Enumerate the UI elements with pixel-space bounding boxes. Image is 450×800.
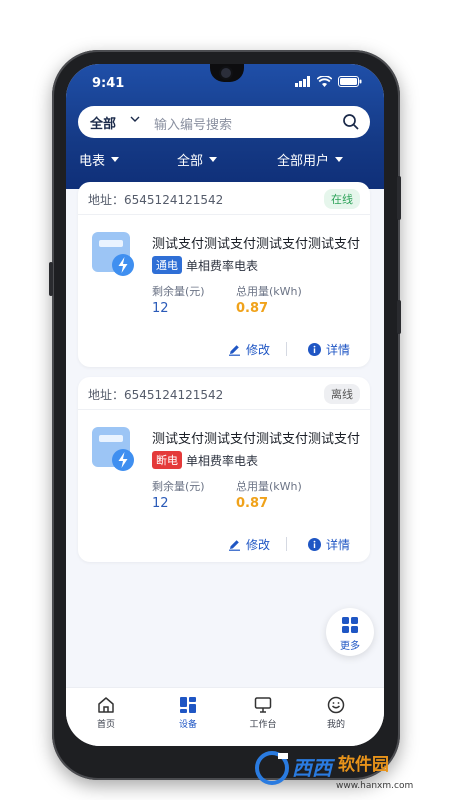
signal-icon: [295, 76, 310, 87]
search-scope[interactable]: 全部: [90, 113, 116, 132]
battery-icon: [338, 76, 362, 87]
address-text: 地址：6545124121542: [88, 191, 223, 208]
filter-status[interactable]: 全部: [177, 150, 218, 169]
address-text: 地址：6545124121542: [88, 386, 223, 403]
watermark-logo: 西西 软件园 www.hanxm.com: [255, 751, 413, 791]
detail-button[interactable]: 详情: [308, 536, 350, 553]
filter-users[interactable]: 全部用户: [277, 150, 344, 169]
info-icon: [308, 343, 321, 356]
tab-profile[interactable]: 我的: [306, 696, 366, 730]
tab-label: 首页: [96, 720, 115, 730]
caret-down-icon: [335, 157, 344, 162]
more-label: 更多: [340, 641, 360, 652]
status-time: 9:41: [92, 76, 125, 91]
grid-icon: [342, 617, 358, 633]
edit-label: 修改: [246, 538, 271, 552]
search-input[interactable]: 输入编号搜索: [154, 114, 232, 133]
tab-devices[interactable]: 设备: [158, 696, 218, 730]
remaining-value: 12: [152, 496, 169, 511]
device-grid-icon: [180, 697, 196, 713]
tab-label: 我的: [326, 720, 345, 730]
tab-workbench[interactable]: 工作台: [233, 696, 293, 730]
detail-label: 详情: [326, 343, 351, 357]
svg-text:西西: 西西: [292, 756, 336, 780]
tab-label: 设备: [178, 720, 197, 730]
tab-home[interactable]: 首页: [76, 696, 136, 730]
action-separator: [286, 537, 287, 551]
power-on-tag: 通电: [152, 256, 182, 274]
status-badge: 在线: [324, 189, 360, 209]
address-label: 地址：: [88, 388, 125, 402]
remaining-value: 12: [152, 301, 169, 316]
usage-value: 0.87: [236, 496, 269, 511]
caret-down-icon: [111, 157, 120, 162]
filter-device-type[interactable]: 电表: [79, 150, 120, 169]
status-badge: 离线: [324, 384, 360, 404]
caret-down-icon: [209, 157, 218, 162]
meter-type: 单相费率电表: [186, 259, 259, 273]
usage-value: 0.87: [236, 301, 269, 316]
detail-label: 详情: [326, 538, 351, 552]
status-icons: [295, 76, 362, 87]
device-card[interactable]: 地址：6545124121542 在线 测试支付测试支付测试支付测试支付 通电 …: [78, 182, 370, 367]
side-button: [49, 262, 53, 296]
card-divider: [78, 409, 370, 410]
search-icon[interactable]: [342, 113, 360, 131]
filter-label: 全部用户: [277, 154, 330, 169]
volume-button: [397, 176, 401, 220]
camera-icon: [221, 68, 231, 78]
filter-bar: 电表 全部 全部用户: [66, 150, 384, 172]
wifi-icon: [317, 76, 332, 87]
remaining-label: 剩余量(元): [152, 285, 205, 298]
usage-label: 总用量(kWh): [236, 285, 302, 298]
more-button[interactable]: 更多: [326, 608, 374, 656]
svg-text:软件园: 软件园: [338, 754, 389, 775]
monitor-icon: [254, 697, 272, 713]
pencil-icon: [229, 540, 240, 551]
pencil-icon: [229, 345, 240, 356]
power-button: [397, 300, 401, 334]
search-bar[interactable]: 全部 输入编号搜索: [78, 106, 370, 138]
edit-label: 修改: [246, 343, 271, 357]
device-card[interactable]: 地址：6545124121542 离线 测试支付测试支付测试支付测试支付 断电 …: [78, 377, 370, 562]
chevron-down-icon[interactable]: [130, 115, 140, 123]
meter-type: 单相费率电表: [186, 454, 259, 468]
tab-label: 工作台: [249, 720, 277, 730]
home-icon: [98, 697, 114, 713]
device-title: 测试支付测试支付测试支付测试支付: [152, 237, 361, 252]
filter-label: 电表: [79, 154, 106, 169]
app-screen: 9:41 全部 输入编号搜索 电表 全部 全部用户 地址：65451241215…: [66, 64, 384, 746]
device-title: 测试支付测试支付测试支付测试支付: [152, 432, 361, 447]
filter-label: 全部: [177, 154, 204, 169]
electric-meter-icon: [92, 232, 134, 276]
edit-button[interactable]: 修改: [228, 536, 270, 553]
smile-icon: [327, 696, 345, 714]
usage-label: 总用量(kWh): [236, 480, 302, 493]
power-off-tag: 断电: [152, 451, 182, 469]
detail-button[interactable]: 详情: [308, 341, 350, 358]
remaining-label: 剩余量(元): [152, 480, 205, 493]
action-separator: [286, 342, 287, 356]
address-label: 地址：: [88, 193, 125, 207]
card-divider: [78, 214, 370, 215]
address-value: 6545124121542: [124, 193, 224, 207]
address-value: 6545124121542: [124, 388, 224, 402]
bottom-tab-bar: 首页 设备 工作台 我的: [66, 687, 384, 746]
electric-meter-icon: [92, 427, 134, 471]
svg-text:www.hanxm.com: www.hanxm.com: [336, 781, 413, 791]
info-icon: [308, 538, 321, 551]
edit-button[interactable]: 修改: [228, 341, 270, 358]
